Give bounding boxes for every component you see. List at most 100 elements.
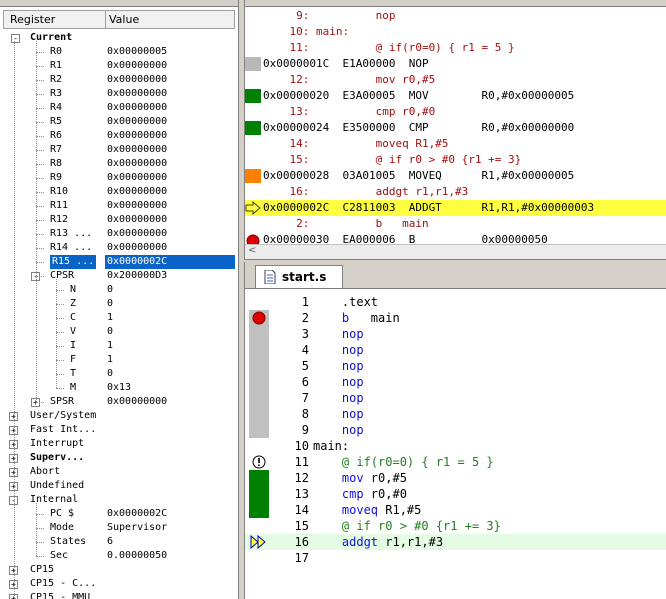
register-name[interactable]: V (70, 325, 76, 339)
register-name[interactable]: R14 ... (50, 241, 92, 255)
tree-node-cp15-1[interactable]: + CP15 - C... (0, 577, 238, 591)
register-value[interactable]: 0x00000000 (107, 73, 167, 87)
tree-node-undefined[interactable]: + Undefined (0, 479, 238, 493)
disassembly-instruction[interactable]: 0x00000024 E3500000 CMP R0,#0x00000000 (245, 120, 666, 136)
register-name[interactable]: Superv... (30, 451, 84, 465)
register-value[interactable]: 0x00000000 (107, 115, 167, 129)
register-name[interactable]: R0 (50, 45, 62, 59)
tree-node-cp15-2[interactable]: + CP15 - MMU (0, 591, 238, 599)
register-value[interactable]: 0 (107, 367, 113, 381)
disassembly-source-line[interactable]: 13: cmp r0,#0 (245, 104, 666, 120)
disassembly-instruction[interactable]: 0x00000020 E3A00005 MOV R0,#0x00000005 (245, 88, 666, 104)
code-line[interactable]: 12 mov r0,#5 (245, 470, 666, 486)
register-name[interactable]: N (70, 283, 76, 297)
register-name[interactable]: I (70, 339, 76, 353)
register-name[interactable]: CP15 (30, 563, 54, 577)
code-text[interactable]: nop (313, 358, 364, 374)
tree-node-user-system[interactable]: + User/System (0, 409, 238, 423)
register-name[interactable]: Z (70, 297, 76, 311)
scroll-left-icon[interactable]: < (248, 245, 256, 256)
tree-node-cp15-0[interactable]: + CP15 (0, 563, 238, 577)
code-line[interactable]: 4 nop (245, 342, 666, 358)
code-text[interactable]: cmp r0,#0 (313, 486, 407, 502)
code-line[interactable]: 1 .text (245, 294, 666, 310)
code-line[interactable]: 9 nop (245, 422, 666, 438)
code-line[interactable]: 6 nop (245, 374, 666, 390)
code-line[interactable]: 5 nop (245, 358, 666, 374)
register-value[interactable]: 1 (107, 311, 113, 325)
code-text[interactable]: addgt r1,r1,#3 (313, 534, 443, 550)
register-name[interactable]: Internal (30, 493, 78, 507)
register-name[interactable]: CP15 - MMU (30, 591, 90, 599)
register-name[interactable]: Interrupt (30, 437, 84, 451)
register-name[interactable]: F (70, 353, 76, 367)
register-value[interactable]: 0x00000000 (107, 171, 167, 185)
column-separator[interactable] (105, 11, 106, 28)
register-name[interactable]: M (70, 381, 76, 395)
code-text[interactable]: @ if(r0=0) { r1 = 5 } (313, 454, 494, 470)
register-column-title[interactable]: Register (10, 13, 55, 26)
code-line[interactable]: 16 addgt r1,r1,#3 (245, 534, 666, 550)
code-line[interactable]: 13 cmp r0,#0 (245, 486, 666, 502)
register-name[interactable]: R13 ... (50, 227, 92, 241)
register-name[interactable]: R11 (50, 199, 68, 213)
register-name[interactable]: Undefined (30, 479, 84, 493)
register-value[interactable]: Supervisor (107, 521, 167, 535)
register-name[interactable]: R6 (50, 129, 62, 143)
code-text[interactable]: nop (313, 422, 364, 438)
register-name[interactable]: R9 (50, 171, 62, 185)
register-value[interactable]: 0 (107, 297, 113, 311)
register-value[interactable]: 0x0000002C (107, 255, 167, 269)
register-value[interactable]: 0x00000005 (107, 45, 167, 59)
tab-start-s[interactable]: start.s (255, 265, 343, 288)
register-value[interactable]: 0x00000000 (107, 157, 167, 171)
tree-node-superv-[interactable]: + Superv... (0, 451, 238, 465)
register-name[interactable]: R10 (50, 185, 68, 199)
code-line[interactable]: 17 (245, 550, 666, 566)
disassembly-source-line[interactable]: 10: main: (245, 24, 666, 40)
register-value[interactable]: 1 (107, 353, 113, 367)
tree-node-abort[interactable]: + Abort (0, 465, 238, 479)
tree-node-interrupt[interactable]: + Interrupt (0, 437, 238, 451)
disassembly-source-line[interactable]: 15: @ if r0 > #0 {r1 += 3} (245, 152, 666, 168)
code-text[interactable]: .text (313, 294, 378, 310)
disassembly-instruction[interactable]: 0x0000001C E1A00000 NOP (245, 56, 666, 72)
code-text[interactable]: moveq R1,#5 (313, 502, 422, 518)
register-value[interactable]: 0x00000000 (107, 213, 167, 227)
disassembly-source-line[interactable]: 11: @ if(r0=0) { r1 = 5 } (245, 40, 666, 56)
disassembly-instruction[interactable]: 0x0000002C C2811003 ADDGT R1,R1,#0x00000… (245, 200, 666, 216)
code-text[interactable]: @ if r0 > #0 {r1 += 3} (313, 518, 501, 534)
code-line[interactable]: 15 @ if r0 > #0 {r1 += 3} (245, 518, 666, 534)
register-name[interactable]: Fast Int... (30, 423, 96, 437)
register-value[interactable]: 0x00000000 (107, 395, 167, 409)
disassembly-horizontal-scrollbar[interactable]: < (245, 244, 666, 259)
value-column-title[interactable]: Value (109, 13, 139, 26)
register-value[interactable]: 0.00000050 (107, 549, 167, 563)
code-line[interactable]: 2 b main (245, 310, 666, 326)
register-value[interactable]: 0x00000000 (107, 199, 167, 213)
register-name[interactable]: CP15 - C... (30, 577, 96, 591)
disassembly-source-line[interactable]: 16: addgt r1,r1,#3 (245, 184, 666, 200)
code-text[interactable]: nop (313, 390, 364, 406)
code-text[interactable]: nop (313, 374, 364, 390)
disassembly-source-line[interactable]: 12: mov r0,#5 (245, 72, 666, 88)
code-line[interactable]: 8 nop (245, 406, 666, 422)
register-name[interactable]: C (70, 311, 76, 325)
register-value[interactable]: 0x200000D3 (107, 269, 167, 283)
code-text[interactable]: nop (313, 326, 364, 342)
register-name[interactable]: PC $ (50, 507, 74, 521)
register-column-header[interactable]: Register Value (3, 10, 235, 29)
register-name[interactable]: Abort (30, 465, 60, 479)
code-line[interactable]: 10 main: (245, 438, 666, 454)
register-value[interactable]: 0x13 (107, 381, 131, 395)
register-value[interactable]: 0x00000000 (107, 241, 167, 255)
register-name[interactable]: Mode (50, 521, 74, 535)
code-text[interactable]: b main (313, 310, 400, 326)
register-value[interactable]: 0x00000000 (107, 227, 167, 241)
register-value[interactable]: 0x00000000 (107, 185, 167, 199)
register-name[interactable]: R4 (50, 101, 62, 115)
register-name[interactable]: User/System (30, 409, 96, 423)
collapse-icon[interactable]: - (11, 34, 20, 43)
register-value[interactable]: 6 (107, 535, 113, 549)
disassembly-instruction[interactable]: 0x00000028 03A01005 MOVEQ R1,#0x00000005 (245, 168, 666, 184)
